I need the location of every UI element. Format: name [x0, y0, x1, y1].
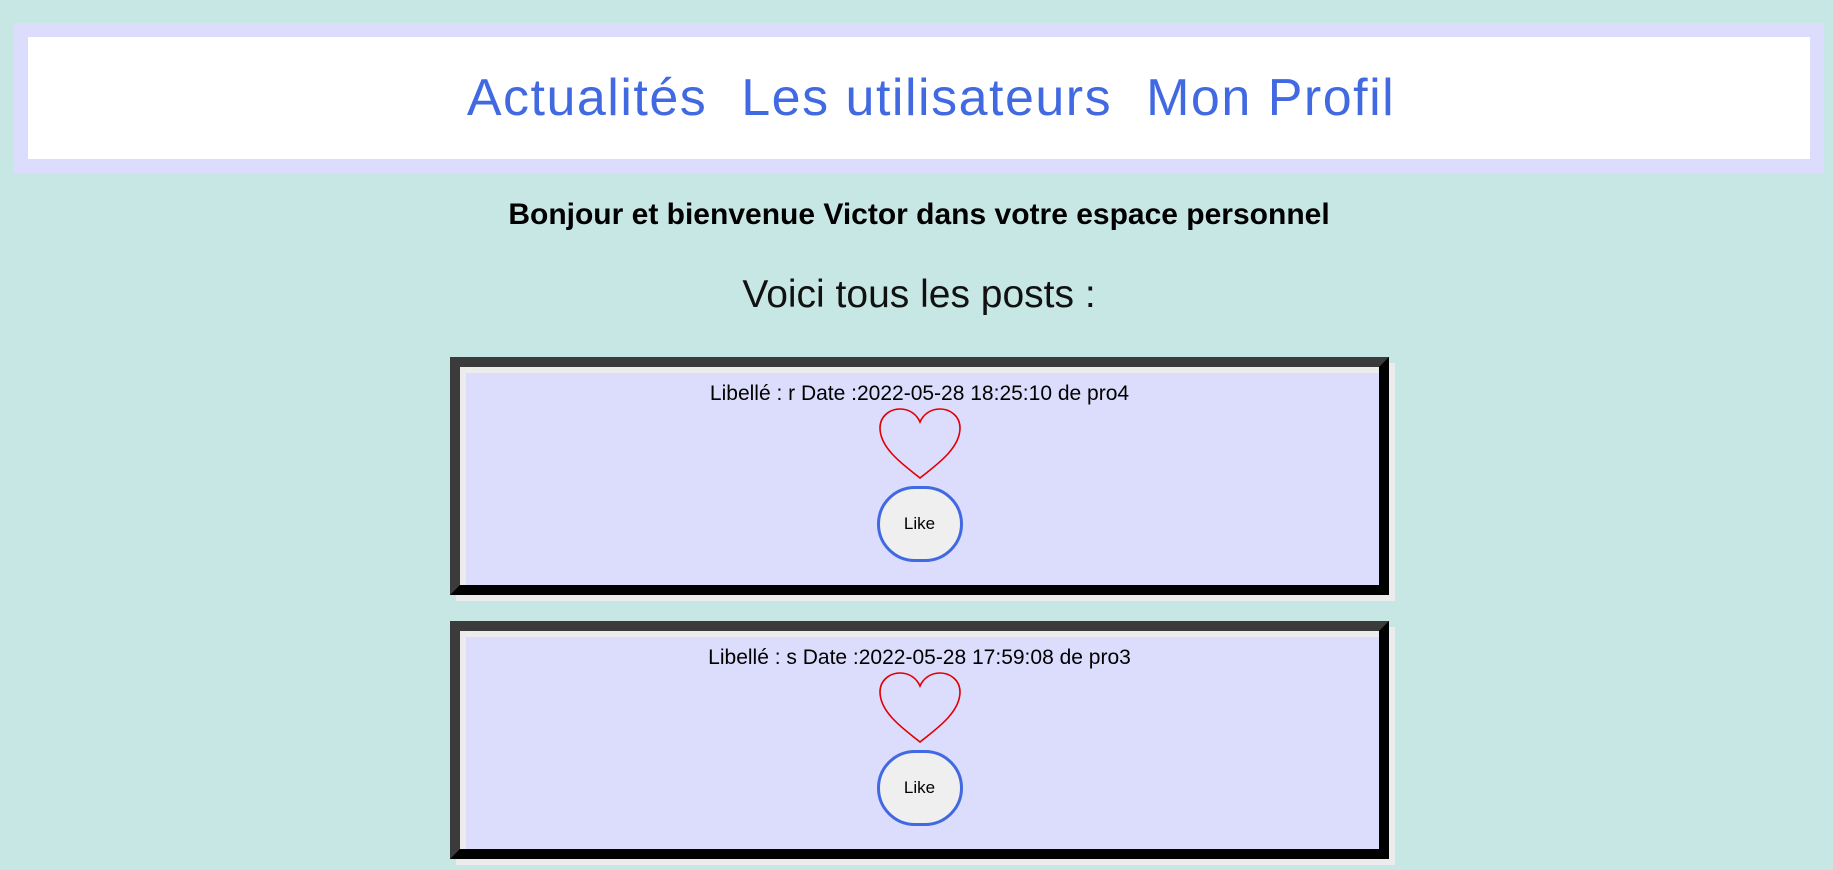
like-button[interactable]: Like [876, 486, 963, 563]
nav-link-actualites[interactable]: Actualités [467, 72, 707, 124]
like-button[interactable]: Like [876, 750, 963, 827]
heart-icon [878, 672, 961, 744]
heart-icon [878, 408, 961, 480]
post-card: Libellé : s Date :2022-05-28 17:59:08 de… [450, 621, 1389, 859]
welcome-message: Bonjour et bienvenue Victor dans votre e… [508, 198, 1330, 231]
nav-links: Actualités Les utilisateurs Mon Profil [467, 72, 1395, 124]
top-navbar: Actualités Les utilisateurs Mon Profil [14, 23, 1824, 173]
nav-link-mon-profil[interactable]: Mon Profil [1146, 72, 1395, 124]
post-card: Libellé : r Date :2022-05-28 18:25:10 de… [450, 357, 1389, 595]
nav-link-utilisateurs[interactable]: Les utilisateurs [741, 72, 1112, 124]
post-meta: Libellé : r Date :2022-05-28 18:25:10 de… [709, 382, 1130, 405]
posts-heading: Voici tous les posts : [742, 273, 1096, 316]
post-meta: Libellé : s Date :2022-05-28 17:59:08 de… [708, 646, 1131, 669]
